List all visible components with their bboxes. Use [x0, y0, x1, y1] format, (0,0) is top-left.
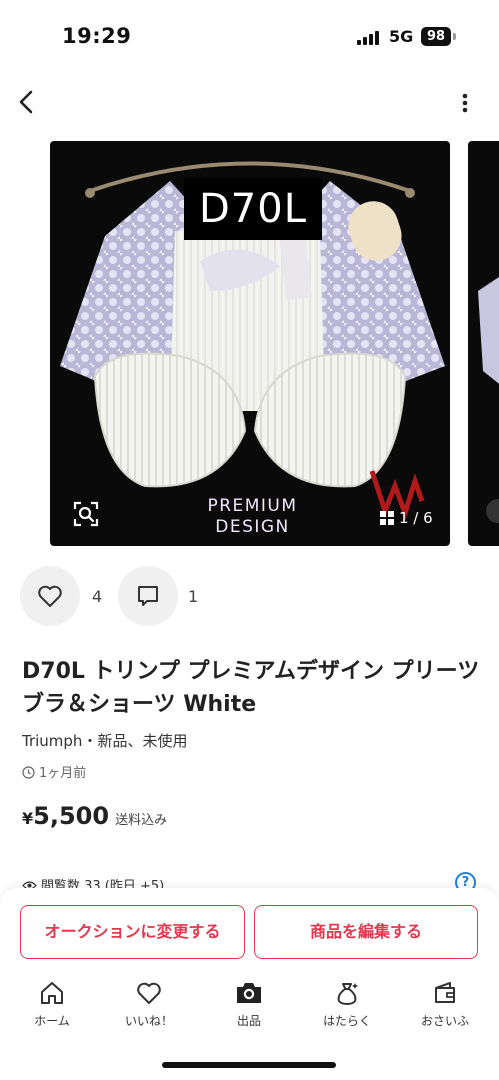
vertical-dots-icon [462, 93, 468, 113]
wallet-icon [435, 982, 455, 1003]
price-symbol: ¥ [22, 809, 34, 828]
premium-line: PREMIUM [207, 496, 298, 516]
comment-count: 1 [188, 587, 199, 606]
nav-bar [0, 80, 499, 124]
tab-sell-label: 出品 [236, 1014, 261, 1028]
money-bag-icon [337, 983, 358, 1006]
posted-time: 1ヶ月前 [22, 762, 86, 781]
battery-tip [453, 33, 456, 40]
home-icon [41, 982, 63, 1004]
tab-likes[interactable]: いいね！ [104, 975, 194, 1037]
image-counter-text: 1 / 6 [399, 509, 433, 527]
comment-icon [138, 586, 158, 606]
image-search-button[interactable] [72, 500, 100, 528]
home-indicator [162, 1062, 336, 1068]
image-counter[interactable]: 1 / 6 [372, 505, 438, 531]
premium-design-text: PREMIUM DESIGN [180, 496, 325, 538]
engagement-row: 4 1 [0, 566, 499, 628]
more-options-button[interactable] [452, 88, 478, 116]
next-image-preview[interactable] [468, 141, 499, 546]
edit-item-button[interactable]: 商品を編集する [254, 905, 478, 959]
price-amount: 5,500 [33, 802, 110, 830]
tab-work[interactable]: はたらく [302, 975, 392, 1037]
shipping-note: 送料込み [115, 813, 168, 828]
brand-condition: Triumph・新品、未使用 [22, 732, 188, 750]
size-label-overlay: D70L [184, 178, 322, 240]
like-button[interactable] [20, 566, 80, 626]
battery-icon: 98 [421, 27, 451, 46]
design-line: DESIGN [215, 517, 290, 537]
tab-bar: ホーム いいね！ 出品 はたらく おさいふ [0, 975, 499, 1045]
clock-icon [22, 766, 35, 779]
comment-button[interactable] [118, 566, 178, 626]
camera-icon [237, 983, 261, 1003]
tab-home-label: ホーム [34, 1014, 70, 1028]
tab-sell[interactable]: 出品 [204, 975, 294, 1037]
scan-search-icon [73, 501, 99, 527]
posted-time-text: 1ヶ月前 [39, 766, 87, 781]
heart-icon [38, 585, 62, 607]
tab-work-label: はたらく [323, 1014, 371, 1028]
heart-icon [137, 982, 161, 1004]
tab-wallet-label: おさいふ [420, 1014, 469, 1028]
like-count: 4 [92, 587, 103, 606]
tab-likes-label: いいね！ [124, 1014, 173, 1028]
status-bar: 19:29 5G 98 [0, 0, 499, 70]
next-photo [478, 277, 499, 523]
tab-home[interactable]: ホーム [7, 975, 97, 1037]
grid-icon [380, 511, 394, 525]
back-button[interactable] [14, 88, 40, 116]
product-title: D70L トリンプ プレミアムデザイン プリーツ ブラ＆ショーツ White [22, 659, 480, 717]
change-to-auction-button[interactable]: オークションに変更する [20, 905, 245, 959]
price: ¥5,500 送料込み [22, 802, 167, 830]
signal-icon [357, 31, 383, 45]
chevron-left-icon [19, 90, 33, 114]
status-time: 19:29 [62, 24, 132, 48]
network-label: 5G [389, 27, 414, 46]
tab-wallet[interactable]: おさいふ [400, 975, 490, 1037]
